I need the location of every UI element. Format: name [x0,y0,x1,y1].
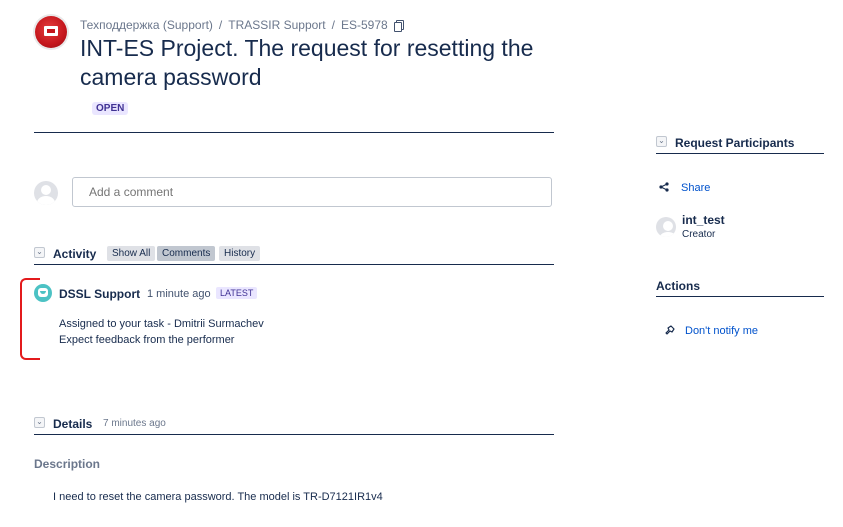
details-section-title: Details [53,417,93,431]
dssl-support-avatar [34,284,52,302]
latest-badge: LATEST [216,287,258,299]
participant-name[interactable]: int_test [682,213,725,227]
share-link[interactable]: Share [681,182,710,194]
breadcrumb-project[interactable]: Техподдержка (Support) [80,18,213,32]
user-avatar [34,181,58,205]
activity-section-title: Activity [53,247,97,261]
participants-collapse-chevron-icon[interactable]: ⌄ [656,136,667,147]
activity-collapse-chevron-icon[interactable]: ⌄ [34,247,45,258]
details-time: 7 minutes ago [103,418,166,429]
tab-comments[interactable]: Comments [157,246,216,261]
description-label: Description [34,457,101,471]
breadcrumb-portal[interactable]: TRASSIR Support [228,18,325,32]
breadcrumb: Техподдержка (Support) / TRASSIR Support / E… [80,18,404,32]
bell-off-icon[interactable] [664,325,675,336]
actions-divider [656,296,824,297]
actions-section-title: Actions [656,279,701,293]
participant-avatar [656,217,676,237]
participants-divider [656,153,824,154]
details-collapse-chevron-icon[interactable]: ⌄ [34,417,45,428]
activity-message-line-1: Assigned to your task - Dmitrii Surmache… [59,318,264,330]
activity-divider [34,264,554,265]
dont-notify-link[interactable]: Don't notify me [685,325,758,337]
participants-section-title: Request Participants [675,136,795,150]
description-text: I need to reset the camera password. The… [53,491,383,503]
add-comment-input[interactable] [72,177,552,207]
copy-icon[interactable] [393,20,404,32]
activity-time: 1 minute ago [147,288,211,300]
header-divider [34,132,554,133]
tab-show-all[interactable]: Show All [107,246,156,261]
project-logo [35,16,67,48]
participant-role: Creator [682,229,716,240]
status-badge: OPEN [92,102,129,115]
details-divider [34,434,554,435]
breadcrumb-issue-key[interactable]: ES-5978 [341,18,388,32]
activity-author[interactable]: DSSL Support [59,287,140,301]
page-title: INT-ES Project. The request for resettin… [80,35,534,90]
share-icon[interactable] [659,182,669,192]
activity-message-line-2: Expect feedback from the performer [59,334,235,346]
tab-history[interactable]: History [219,246,261,261]
